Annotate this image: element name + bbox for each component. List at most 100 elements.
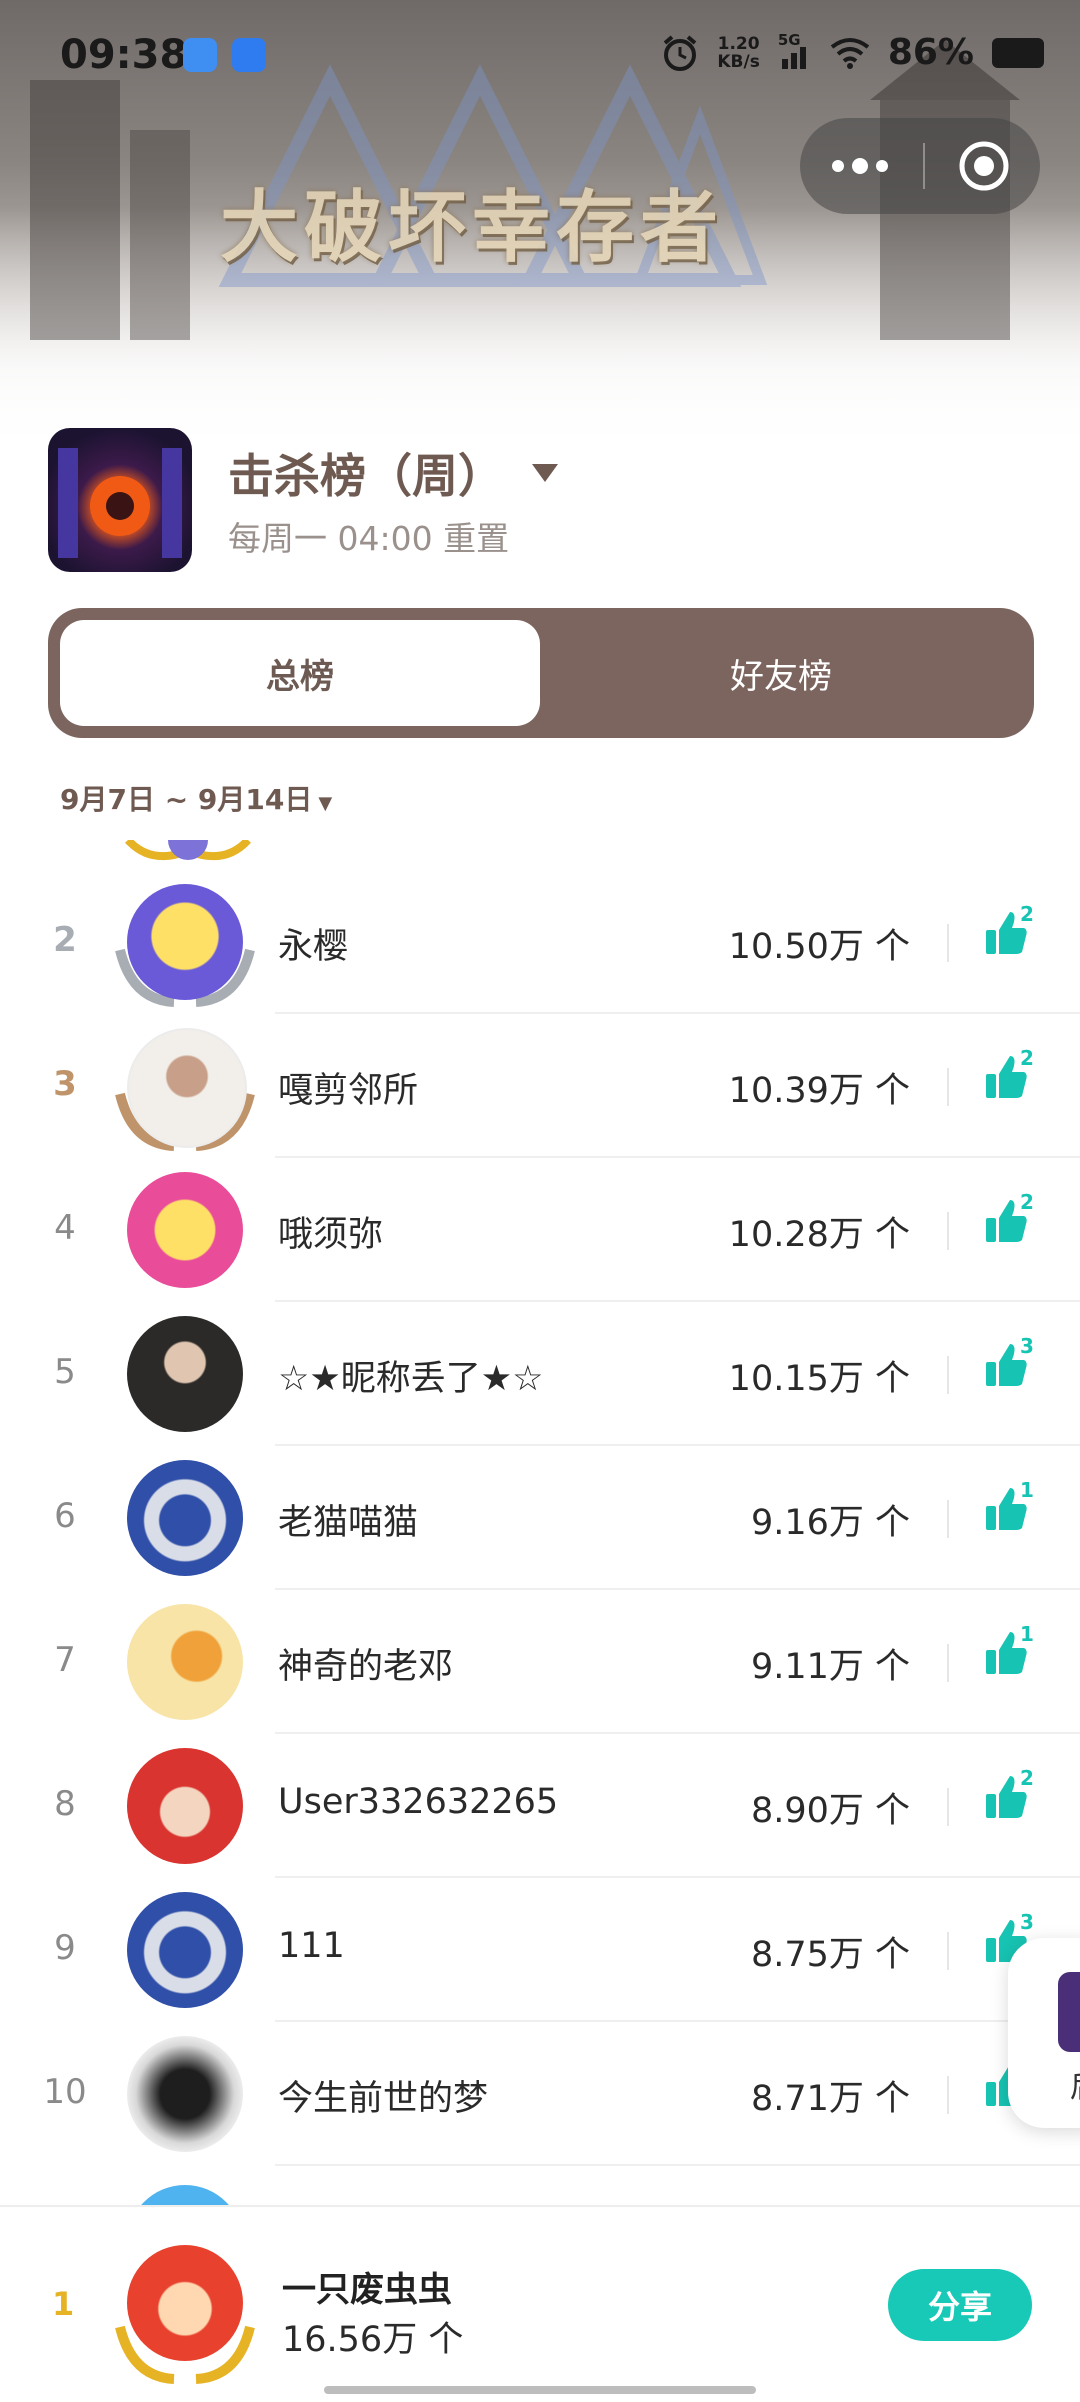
player-score: 9.16万 个 [750,1503,910,1543]
close-miniprogram-icon[interactable] [958,140,1010,192]
tab-overall[interactable]: 总榜 [60,620,540,726]
player-name: 老猫喵猫 [278,1503,419,1543]
player-name: 嘎剪邻所 [278,1071,419,1111]
divider [947,2076,949,2114]
divider [947,1932,949,1970]
player-name: 神奇的老邓 [278,1647,454,1687]
like-count: 2 [1020,902,1034,926]
like-count: 3 [1020,1910,1034,1934]
rank-number: 9 [54,1928,76,1968]
date-range-selector[interactable]: 9月7日 ~ 9月14日 ▼ [60,778,332,818]
player-name: 哦须弥 [278,1215,384,1255]
divider [947,1500,949,1538]
avatar[interactable] [127,1028,247,1148]
my-rank-bar: 1 一只废虫虫 16.56万 个 分享 [0,2205,1080,2402]
my-rank-number: 1 [52,2285,75,2323]
like-count: 1 [1020,1622,1034,1646]
my-player-name: 一只废虫虫 [282,2270,452,2310]
avatar[interactable] [127,1172,243,1288]
player-name: User332632265 [278,1782,559,1822]
player-score: 10.28万 个 [728,1215,910,1255]
floating-widget-label: 后 [1070,2062,1080,2106]
partial-avatar [127,2185,243,2205]
player-score: 10.50万 个 [728,927,910,967]
rank-number: 8 [54,1784,76,1824]
rank-number: 3 [53,1064,77,1104]
divider [947,1788,949,1826]
rank-number: 4 [54,1208,76,1248]
table-row[interactable]: 3 嘎剪邻所 10.39万 个 2 [0,1014,1080,1158]
table-row[interactable]: 2 永樱 10.50万 个 2 [0,870,1080,1014]
like-count: 3 [1020,1334,1034,1358]
table-row[interactable]: 4 哦须弥 10.28万 个 2 [0,1158,1080,1302]
like-button[interactable]: 3 [984,1334,1040,1402]
table-row[interactable]: 5 ☆★昵称丢了★☆ 10.15万 个 3 [0,1302,1080,1446]
divider [947,1356,949,1394]
notification-app-icon-2 [232,38,266,72]
table-row[interactable]: 10 今生前世的梦 8.71万 个 [0,2022,1080,2166]
miniprogram-capsule [800,118,1040,214]
like-count: 2 [1020,1766,1034,1790]
share-button[interactable]: 分享 [888,2269,1032,2341]
notification-app-icon [183,38,217,72]
alarm-icon [664,34,697,71]
avatar[interactable] [127,1892,243,2008]
like-button[interactable]: 2 [984,902,1040,970]
leaderboard-tabs: 总榜 好友榜 [48,608,1034,738]
rank-number: 6 [54,1496,76,1536]
divider [947,1644,949,1682]
table-row[interactable]: 6 老猫喵猫 9.16万 个 1 [0,1446,1080,1590]
like-count: 1 [1020,1478,1034,1502]
divider [947,1068,949,1106]
divider [947,1212,949,1250]
leaderboard-icon [48,428,192,572]
wifi-icon [830,37,870,69]
divider [947,924,949,962]
home-indicator[interactable] [324,2386,756,2394]
reset-note: 每周一 04:00 重置 [228,519,510,558]
clock: 09:38 [60,32,188,78]
my-player-score: 16.56万 个 [282,2320,464,2360]
player-name: 111 [278,1926,345,1966]
rank-number: 7 [54,1640,76,1680]
partial-row-avatar [118,840,258,862]
like-button[interactable]: 2 [984,1766,1040,1834]
network-speed: 1.20 KB/s [717,33,760,72]
like-button[interactable]: 2 [984,1046,1040,1114]
floating-widget[interactable]: 后 [1008,1938,1080,2128]
tab-friends[interactable]: 好友榜 [540,620,1022,726]
player-score: 10.15万 个 [728,1359,910,1399]
board-title[interactable]: 击杀榜（周） [228,440,504,506]
player-score: 8.71万 个 [750,2079,910,2119]
avatar[interactable] [127,1748,243,1864]
like-button[interactable]: 1 [984,1622,1040,1690]
player-name: 今生前世的梦 [278,2079,489,2119]
player-score: 9.11万 个 [750,1647,910,1687]
avatar[interactable] [127,884,243,1000]
status-icons: 1.20 KB/s 5G 86% [661,31,1044,73]
avatar[interactable] [127,2036,243,2152]
more-icon[interactable] [830,156,890,176]
like-button[interactable]: 1 [984,1478,1040,1546]
table-row[interactable]: 8 User332632265 8.90万 个 2 [0,1734,1080,1878]
cellular-signal-icon: 5G [778,31,812,71]
player-name: ☆★昵称丢了★☆ [278,1359,544,1399]
date-range-label: 9月7日 ~ 9月14日 [60,783,313,816]
table-row[interactable]: 9 111 8.75万 个 3 [0,1878,1080,2022]
avatar[interactable] [127,1604,243,1720]
status-bar: 09:38 1.20 KB/s 5G 86% [0,0,1080,110]
floating-widget-icon [1058,1972,1080,2052]
game-logo: 大破坏幸存者 [220,182,725,273]
like-count: 2 [1020,1190,1034,1214]
player-name: 永樱 [278,927,349,967]
avatar[interactable] [127,1460,243,1576]
board-dropdown-icon[interactable] [530,462,560,484]
like-button[interactable]: 2 [984,1190,1040,1258]
table-row[interactable]: 7 神奇的老邓 9.11万 个 1 [0,1590,1080,1734]
avatar[interactable] [127,1316,243,1432]
player-score: 10.39万 个 [728,1071,910,1111]
chevron-down-icon: ▼ [318,793,333,814]
my-avatar[interactable] [127,2245,243,2361]
rank-number: 5 [54,1352,76,1392]
ranking-list[interactable]: 2 永樱 10.50万 个 2 3 嘎剪邻所 10.39万 个 2 4 哦须弥 … [0,840,1080,2205]
